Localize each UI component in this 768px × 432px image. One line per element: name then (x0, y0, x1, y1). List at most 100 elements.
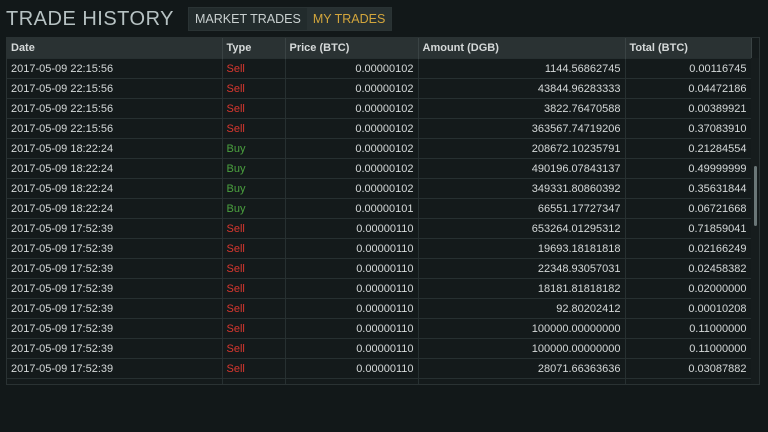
table-row[interactable]: 2017-05-09 18:22:24 Buy 0.00000102 349331.8… (7, 178, 752, 199)
table-row[interactable]: 2017-05-09 18:22:24 Buy 0.00000102 490196.0… (7, 158, 752, 179)
cell-price: 0.00000110 (285, 358, 419, 379)
cell-type: Sell (222, 118, 286, 139)
cell-total: 0.35631844 (625, 178, 752, 199)
cell-type: Buy (222, 158, 286, 179)
cell-date: 2017-05-09 17:52:39 (7, 218, 223, 239)
tab-my-trades[interactable]: MY TRADES (306, 8, 392, 30)
cell-type: Sell (222, 318, 286, 339)
table-header-row: Date Type Price (BTC) Amount (DGB) Total… (7, 38, 752, 59)
table-row[interactable]: 2017-05-09 18:22:24 Buy 0.00000101 66551.17… (7, 198, 752, 219)
cell-price: 0.00000110 (285, 338, 419, 359)
cell-type: Sell (222, 78, 286, 99)
cell-type: Sell (222, 218, 286, 239)
cell-total: 0.11000000 (625, 318, 752, 339)
table-row[interactable]: 2017-05-09 22:15:56 Sell 0.00000102 363567.… (7, 118, 752, 139)
cell-total: 0.02000000 (625, 278, 752, 299)
page-title: TRADE HISTORY (6, 8, 175, 30)
table-body: 2017-05-09 22:15:56 Sell 0.00000102 1144.56… (7, 58, 752, 384)
cell-amount: 349331.80860392 (418, 178, 626, 199)
cell-price: 0.00000110 (285, 238, 419, 259)
tab-group: MARKET TRADES MY TRADES (188, 7, 393, 31)
table-row[interactable]: 2017-05-09 17:52:39 Sell 0.00000110 28071.6… (7, 358, 752, 379)
cell-amount: 208672.10235791 (418, 138, 626, 159)
cell-amount: 19693.18181818 (418, 238, 626, 259)
cell-amount: 92.80202412 (418, 298, 626, 319)
cell-date: 2017-05-09 17:52:39 (7, 318, 223, 339)
table-row[interactable]: 2017-05-09 17:52:39 Sell 0.00000110 18181.8… (7, 278, 752, 299)
vertical-scrollbar[interactable] (751, 58, 759, 384)
cell-total: 0.37083910 (625, 118, 752, 139)
cell-price: 0.00000110 (285, 298, 419, 319)
table-row[interactable]: 2017-05-09 17:52:39 Sell 0.00000110 92.8020… (7, 298, 752, 319)
cell-amount: 490196.07843137 (418, 158, 626, 179)
column-header-date[interactable]: Date (7, 38, 223, 59)
cell-price: 0.00000110 (285, 278, 419, 299)
cell-amount: 28071.66363636 (418, 358, 626, 379)
cell-date: 2017-05-09 18:22:24 (7, 158, 223, 179)
cell-total: 0.21284554 (625, 138, 752, 159)
cell-type: Sell (222, 358, 286, 379)
cell-amount: 1144.56862745 (418, 58, 626, 79)
cell-type: Buy (222, 198, 286, 219)
cell-amount: 3822.76470588 (418, 98, 626, 119)
cell-date: 2017-05-09 18:22:24 (7, 178, 223, 199)
cell-date: 2017-05-09 17:52:39 (7, 358, 223, 379)
cell-price: 0.00000102 (285, 78, 419, 99)
cell-total: 0.49999999 (625, 158, 752, 179)
cell-amount: 43844.96283333 (418, 78, 626, 99)
table-row[interactable]: 2017-05-09 17:52:39 Sell 0.00000110 653264.… (7, 218, 752, 239)
table-row[interactable]: 2017-05-09 18:22:24 Buy 0.00000102 208672.1… (7, 138, 752, 159)
table-row[interactable]: 2017-05-09 22:15:56 Sell 0.00000102 3822.76… (7, 98, 752, 119)
table-row[interactable]: 2017-05-09 22:15:56 Sell 0.00000102 43844.9… (7, 78, 752, 99)
cell-total: 0.04472186 (625, 78, 752, 99)
cell-date: 2017-05-09 17:52:39 (7, 298, 223, 319)
cell-total: 0.03087882 (625, 358, 752, 379)
header: TRADE HISTORY MARKET TRADES MY TRADES (6, 6, 393, 32)
table-row[interactable]: 2017-05-09 17:52:39 Sell 0.00000110 19693.1… (7, 238, 752, 259)
cell-total: 0.02458382 (625, 258, 752, 279)
cell-price: 0.00000102 (285, 118, 419, 139)
cell-date: 2017-05-09 22:15:56 (7, 118, 223, 139)
cell-price: 0.00000110 (285, 218, 419, 239)
cell-price: 0.00000110 (285, 258, 419, 279)
cell-date: 2017-05-09 17:52:39 (7, 278, 223, 299)
table-row[interactable]: 2017-05-09 22:15:56 Sell 0.00000102 1144.56… (7, 58, 752, 79)
column-header-amount[interactable]: Amount (DGB) (418, 38, 626, 59)
cell-type: Sell (222, 278, 286, 299)
column-header-total[interactable]: Total (BTC) (625, 38, 752, 59)
cell-date: 2017-05-09 17:52:39 (7, 338, 223, 359)
cell-date: 2017-05-09 18:22:24 (7, 138, 223, 159)
cell-total: 0.71859041 (625, 218, 752, 239)
cell-amount: 66551.17727347 (418, 198, 626, 219)
cell-total: 0.00389921 (625, 98, 752, 119)
cell-date: 2017-05-09 22:15:56 (7, 58, 223, 79)
cell-type: Buy (222, 178, 286, 199)
tab-market-trades[interactable]: MARKET TRADES (189, 8, 307, 30)
cell-type: Sell (222, 338, 286, 359)
cell-type: Sell (222, 258, 286, 279)
cell-date: 2017-05-09 18:22:24 (7, 198, 223, 219)
table-row[interactable]: 2017-05-09 17:52:39 Sell 0.00000110 100000.… (7, 338, 752, 359)
table-row[interactable]: 2017-05-09 17:52:39 Sell 0.00000110 22348.9… (7, 258, 752, 279)
cell-total: 0.00116745 (625, 58, 752, 79)
cell-type: Sell (222, 298, 286, 319)
cell-price: 0.00000110 (285, 318, 419, 339)
cell-total: 0.00010208 (625, 298, 752, 319)
cell-date: 2017-05-09 22:15:56 (7, 78, 223, 99)
cell-amount: 363567.74719206 (418, 118, 626, 139)
cell-total: 0.06721668 (625, 198, 752, 219)
cell-type: Sell (222, 98, 286, 119)
scrollbar-thumb[interactable] (754, 166, 757, 226)
column-header-price[interactable]: Price (BTC) (285, 38, 419, 59)
table-row[interactable]: 2017-05-09 17:52:39 Sell 0.00000110 100000.… (7, 318, 752, 339)
trade-history-table: Date Type Price (BTC) Amount (DGB) Total… (6, 37, 760, 385)
cell-total: 0.02166249 (625, 238, 752, 259)
cell-price: 0.00000102 (285, 158, 419, 179)
cell-amount: 653264.01295312 (418, 218, 626, 239)
column-header-type[interactable]: Type (222, 38, 286, 59)
cell-amount: 100000.00000000 (418, 318, 626, 339)
cell-type: Sell (222, 238, 286, 259)
table-row-partial (7, 378, 752, 384)
cell-total: 0.11000000 (625, 338, 752, 359)
cell-price: 0.00000102 (285, 58, 419, 79)
